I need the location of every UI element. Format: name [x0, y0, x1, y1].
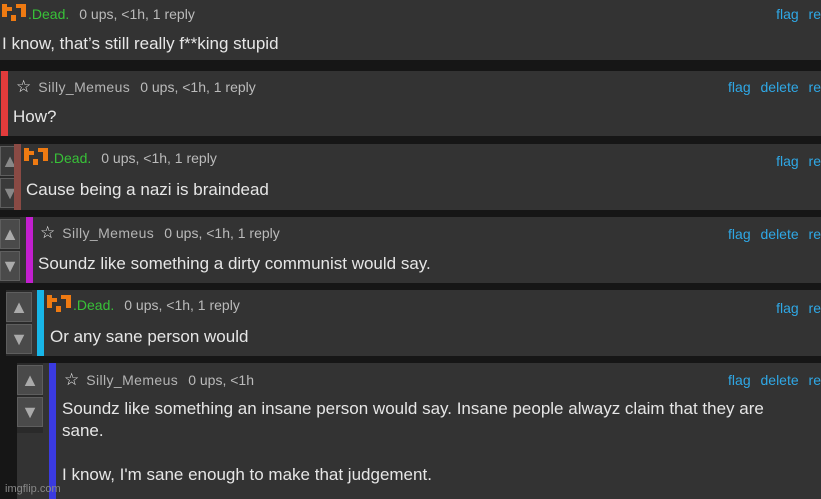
up-arrow-icon[interactable]: ▲ — [6, 292, 32, 322]
up-arrow-icon[interactable]: ▲ — [17, 365, 43, 395]
comment: ▲ ▼ ☆ Silly_Memeus 0 ups, <1h flag delet… — [17, 363, 821, 499]
reply-link[interactable]: re — [809, 6, 821, 22]
flag-link[interactable]: flag — [776, 6, 799, 22]
comment-body: How? — [13, 107, 57, 126]
pixel-face-icon[interactable] — [24, 148, 48, 168]
comment: ▲ ▼ .Dead. 0 ups, <1h, 1 reply flag re O… — [6, 290, 821, 356]
comment: ☆ Silly_Memeus 0 ups, <1h, 1 reply flag … — [0, 71, 821, 136]
pixel-face-icon[interactable] — [2, 4, 26, 24]
comment-header: ☆ Silly_Memeus 0 ups, <1h, 1 reply — [38, 223, 821, 243]
comment-actions: flag re — [770, 6, 821, 22]
vote-controls: ▲ ▼ — [0, 217, 20, 283]
comment-body: Soundz like something an insane person w… — [62, 399, 764, 484]
username[interactable]: .Dead. — [73, 297, 114, 313]
flag-link[interactable]: flag — [728, 79, 751, 95]
star-icon[interactable]: ☆ — [64, 370, 79, 390]
comment-actions: flag delete re — [722, 79, 821, 95]
username[interactable]: Silly_Memeus — [62, 225, 154, 241]
comment: ▲ ▼ .Dead. 0 ups, <1h, 1 reply flag re C… — [0, 144, 821, 210]
comment-header: .Dead. 0 ups, <1h, 1 reply — [2, 4, 821, 24]
comment-meta: 0 ups, <1h, 1 reply — [124, 297, 240, 313]
pixel-face-icon[interactable] — [47, 295, 71, 315]
flag-link[interactable]: flag — [776, 300, 799, 316]
comment-actions: flag delete re — [722, 226, 821, 242]
thread-bar — [37, 290, 44, 356]
username[interactable]: Silly_Memeus — [86, 372, 178, 388]
flag-link[interactable]: flag — [776, 153, 799, 169]
down-arrow-icon[interactable]: ▼ — [0, 251, 20, 281]
thread-bar — [14, 144, 21, 210]
username[interactable]: .Dead. — [28, 6, 69, 22]
delete-link[interactable]: delete — [761, 372, 799, 388]
down-arrow-icon[interactable]: ▼ — [6, 324, 32, 354]
comment-actions: flag re — [770, 153, 821, 169]
comment-header: .Dead. 0 ups, <1h, 1 reply — [47, 295, 821, 315]
down-arrow-icon[interactable]: ▼ — [17, 397, 43, 427]
reply-link[interactable]: re — [809, 153, 821, 169]
comment-actions: flag delete re — [722, 372, 821, 388]
reply-link[interactable]: re — [809, 226, 821, 242]
thread-bar — [1, 71, 8, 136]
delete-link[interactable]: delete — [761, 226, 799, 242]
star-icon[interactable]: ☆ — [16, 77, 31, 97]
username[interactable]: Silly_Memeus — [38, 79, 130, 95]
thread-bar — [26, 217, 33, 283]
comment-body: Soundz like something a dirty communist … — [38, 254, 431, 273]
reply-link[interactable]: re — [809, 79, 821, 95]
comment: .Dead. 0 ups, <1h, 1 reply flag re I kno… — [0, 0, 821, 60]
star-icon[interactable]: ☆ — [40, 223, 55, 243]
flag-link[interactable]: flag — [728, 372, 751, 388]
vote-controls: ▲ ▼ — [17, 363, 43, 433]
comment-header: ☆ Silly_Memeus 0 ups, <1h, 1 reply — [14, 77, 821, 97]
comment-actions: flag re — [770, 300, 821, 316]
comment-body: I know, that’s still really f**king stup… — [2, 34, 279, 53]
comment-body: Cause being a nazi is braindead — [26, 180, 269, 199]
comment-meta: 0 ups, <1h, 1 reply — [101, 150, 217, 166]
thread-bar — [49, 363, 56, 499]
comment-meta: 0 ups, <1h, 1 reply — [164, 225, 280, 241]
username[interactable]: .Dead. — [50, 150, 91, 166]
comment-meta: 0 ups, <1h, 1 reply — [79, 6, 195, 22]
flag-link[interactable]: flag — [728, 226, 751, 242]
comment-body: Or any sane person would — [50, 327, 249, 346]
comment-header: ☆ Silly_Memeus 0 ups, <1h — [62, 370, 821, 390]
comment-header: .Dead. 0 ups, <1h, 1 reply — [24, 148, 821, 168]
vote-controls: ▲ ▼ — [6, 290, 32, 356]
delete-link[interactable]: delete — [761, 79, 799, 95]
watermark: imgflip.com — [5, 483, 61, 495]
reply-link[interactable]: re — [809, 372, 821, 388]
comment-meta: 0 ups, <1h, 1 reply — [140, 79, 256, 95]
comment: ▲ ▼ ☆ Silly_Memeus 0 ups, <1h, 1 reply f… — [0, 217, 821, 283]
comment-meta: 0 ups, <1h — [188, 372, 254, 388]
reply-link[interactable]: re — [809, 300, 821, 316]
up-arrow-icon[interactable]: ▲ — [0, 219, 20, 249]
